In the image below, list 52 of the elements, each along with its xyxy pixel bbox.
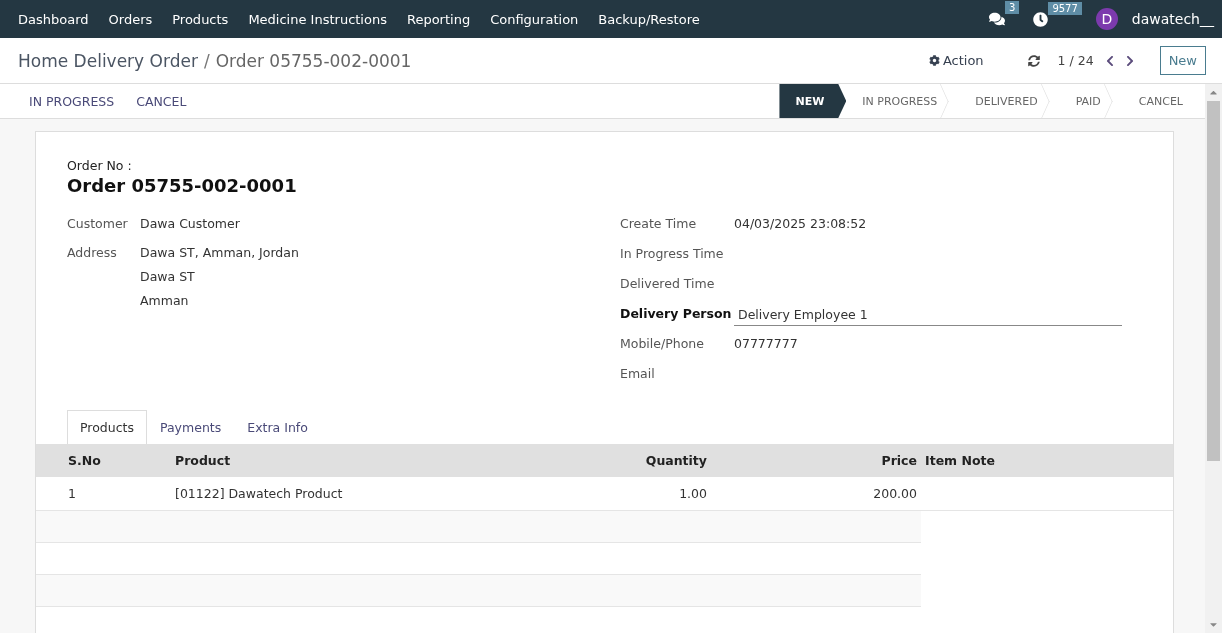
- pager-text: 1 / 24: [1057, 53, 1094, 68]
- breadcrumb-current: Order 05755-002-0001: [215, 50, 412, 71]
- new-button[interactable]: New: [1159, 46, 1206, 75]
- table-cell: 1: [36, 477, 171, 510]
- field-value: Dawa ST: [140, 269, 196, 284]
- field-value: 04/03/2025 23:08:52: [734, 216, 868, 233]
- menu-item[interactable]: Dashboard: [8, 11, 99, 27]
- field-label: Delivered Time: [620, 276, 716, 293]
- column-header[interactable]: Product: [171, 444, 496, 477]
- status-stage[interactable]: NEW: [779, 84, 847, 118]
- activity-count: 9577: [1048, 1, 1082, 15]
- field-label: Create Time: [620, 216, 698, 233]
- breadcrumb-separator: /: [203, 50, 210, 71]
- menu-item[interactable]: Medicine Instructions: [238, 11, 397, 27]
- field-value: Amman: [140, 293, 190, 308]
- field-label: Customer: [67, 216, 129, 231]
- action-button[interactable]: Action: [922, 52, 990, 69]
- message-count: 3: [1005, 1, 1020, 14]
- menu-item[interactable]: Backup/Restore: [588, 11, 710, 27]
- header-button[interactable]: IN PROGRESS: [18, 93, 126, 109]
- menu-item[interactable]: Orders: [98, 11, 163, 27]
- user-name[interactable]: dawatech__: [1131, 11, 1214, 27]
- table-cell: 1.00: [496, 477, 711, 510]
- table-cell: 200.00: [711, 477, 921, 510]
- menu-item[interactable]: Products: [162, 11, 239, 27]
- clock-icon[interactable]: [1033, 11, 1049, 27]
- user-avatar[interactable]: D: [1095, 8, 1118, 30]
- table-cell: [01122] Dawatech Product: [171, 477, 496, 510]
- chat-icon[interactable]: [989, 11, 1005, 27]
- field-label: Delivery Person: [620, 306, 733, 323]
- field-value: Dawa ST, Amman, Jordan: [140, 245, 300, 260]
- header-button[interactable]: CANCEL: [125, 93, 198, 109]
- field-label: Mobile/Phone: [620, 336, 705, 353]
- input-field[interactable]: Delivery Employee 1: [734, 304, 1122, 326]
- column-header[interactable]: Quantity: [496, 444, 711, 477]
- gear-icon: [928, 55, 940, 66]
- scrollbar[interactable]: [1205, 84, 1222, 633]
- menu-item[interactable]: Reporting: [396, 11, 481, 27]
- field-label: Address: [67, 245, 118, 262]
- field-label: Email: [620, 366, 656, 383]
- column-header[interactable]: Item Note: [921, 444, 1173, 477]
- breadcrumb-link[interactable]: Home Delivery Order: [18, 50, 198, 71]
- menu-item[interactable]: Configuration: [480, 11, 589, 27]
- order-label: Order No :: [66, 158, 133, 173]
- column-header[interactable]: Price: [711, 444, 921, 477]
- column-header[interactable]: S.No: [36, 444, 171, 477]
- tab[interactable]: Products: [67, 410, 147, 444]
- field-value: Dawa Customer: [140, 216, 241, 231]
- field-label: In Progress Time: [620, 246, 725, 263]
- order-title: Order 05755-002-0001: [66, 175, 298, 196]
- refresh-icon[interactable]: [1027, 54, 1040, 67]
- field-value: 07777777: [734, 336, 799, 353]
